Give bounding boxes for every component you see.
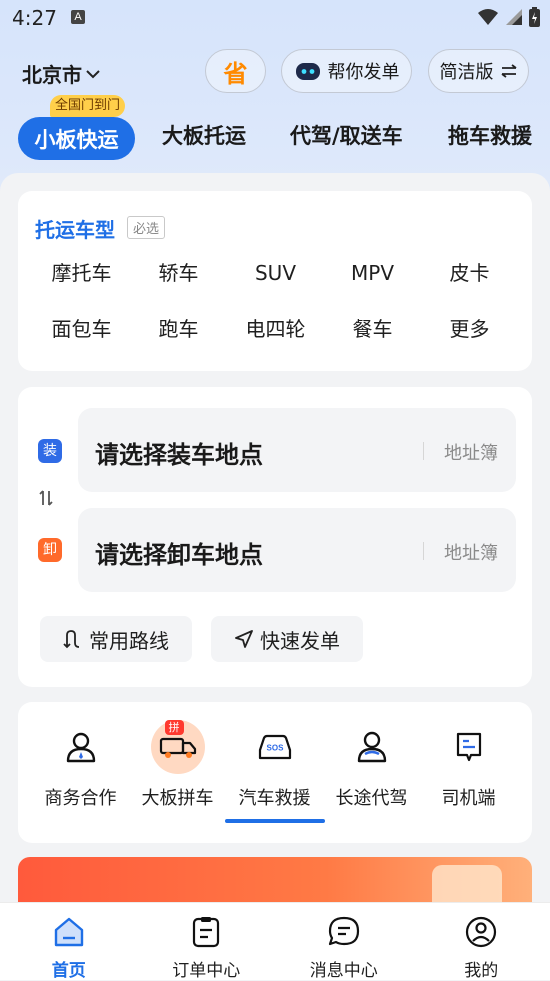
- vehicle-type-more[interactable]: 更多: [421, 317, 518, 342]
- help-order-button[interactable]: 帮你发单: [281, 49, 412, 93]
- document-icon: [442, 720, 496, 774]
- load-icon: 装: [38, 439, 62, 463]
- clipboard-icon: [189, 915, 223, 949]
- service-large-board-carpool[interactable]: 拼 大板拼车: [129, 720, 226, 810]
- load-address-field[interactable]: 请选择装车地点 地址簿: [78, 408, 516, 492]
- nav-label: 消息中心: [275, 956, 413, 981]
- send-arrow-icon: [234, 629, 254, 649]
- simple-mode-label: 简洁版: [440, 58, 494, 84]
- service-label: 长途代驾: [323, 784, 420, 810]
- unload-address-placeholder: 请选择卸车地点: [95, 535, 263, 570]
- help-order-label: 帮你发单: [328, 58, 400, 84]
- status-time: 4:27: [12, 6, 57, 30]
- quick-order-label: 快速发单: [260, 625, 340, 654]
- vehicle-type-option[interactable]: SUV: [227, 261, 324, 286]
- swap-arrows-icon: [500, 64, 518, 78]
- save-money-button[interactable]: 省: [205, 49, 266, 93]
- sos-car-icon: SOS: [248, 720, 302, 774]
- chat-bubble-icon: [327, 915, 361, 949]
- vehicle-type-option[interactable]: 跑车: [130, 317, 227, 342]
- service-label: 司机端: [420, 784, 517, 810]
- vehicle-type-option[interactable]: 面包车: [33, 317, 130, 342]
- common-routes-label: 常用路线: [89, 625, 169, 654]
- tab-large-board[interactable]: 大板托运: [162, 120, 246, 150]
- vehicle-type-option[interactable]: 摩托车: [33, 261, 130, 286]
- svg-text:SOS: SOS: [266, 744, 284, 753]
- tab-tow-rescue[interactable]: 拖车救援: [448, 120, 532, 150]
- status-bar: 4:27 A: [0, 0, 550, 36]
- address-card: 装 卸 请选择装车地点 地址簿 请选择卸车地点 地址簿 常用路线 快速发单: [18, 387, 532, 687]
- service-car-rescue[interactable]: SOS 汽车救援: [226, 720, 323, 810]
- tab-small-board[interactable]: 小板快运: [18, 117, 135, 160]
- load-address-placeholder: 请选择装车地点: [95, 435, 263, 470]
- service-label: 大板拼车: [129, 784, 226, 810]
- carpool-badge: 拼: [165, 720, 184, 735]
- nav-orders[interactable]: 订单中心: [138, 903, 276, 980]
- nav-profile[interactable]: 我的: [413, 903, 550, 980]
- driver-icon: [345, 720, 399, 774]
- robot-icon: [294, 60, 322, 82]
- service-business-cooperation[interactable]: 商务合作: [32, 720, 129, 810]
- vehicle-type-option[interactable]: 电四轮: [227, 317, 324, 342]
- chevron-down-icon: [86, 69, 100, 79]
- unload-address-book-link[interactable]: 地址簿: [444, 539, 498, 565]
- unload-address-field[interactable]: 请选择卸车地点 地址簿: [78, 508, 516, 592]
- battery-icon: [529, 7, 540, 27]
- services-card: 商务合作 拼 大板拼车 SOS 汽车救援 长途代驾 司机端: [18, 702, 532, 843]
- tab-designated-driver[interactable]: 代驾/取送车: [290, 120, 403, 150]
- quick-order-button[interactable]: 快速发单: [211, 616, 363, 662]
- save-glyph: 省: [224, 54, 248, 89]
- bottom-navigation: 首页 订单中心 消息中心 我的: [0, 902, 550, 980]
- required-tag: 必选: [127, 216, 165, 239]
- tab-promo-badge: 全国门到门: [50, 95, 125, 117]
- nav-label: 我的: [413, 956, 550, 981]
- vehicle-type-option[interactable]: 餐车: [324, 317, 421, 342]
- vehicle-type-option[interactable]: MPV: [324, 261, 421, 286]
- unload-icon: 卸: [38, 538, 62, 562]
- truck-icon: 拼: [151, 720, 205, 774]
- swap-address-icon[interactable]: [39, 489, 53, 512]
- service-label: 汽车救援: [226, 784, 323, 810]
- nav-label: 订单中心: [138, 956, 276, 981]
- notification-icon: A: [71, 10, 85, 24]
- vehicle-type-card: 托运车型 必选 摩托车 轿车 SUV MPV 皮卡 面包车 跑车 电四轮 餐车 …: [18, 191, 532, 371]
- service-long-distance-driver[interactable]: 长途代驾: [323, 720, 420, 810]
- service-label: 商务合作: [32, 784, 129, 810]
- services-scroll-indicator: [225, 819, 325, 823]
- wifi-icon: [477, 8, 499, 26]
- route-icon: [63, 629, 83, 649]
- vehicle-type-option[interactable]: 皮卡: [421, 261, 518, 286]
- vehicle-type-grid: 摩托车 轿车 SUV MPV 皮卡 面包车 跑车 电四轮 餐车 更多: [18, 261, 532, 342]
- vehicle-type-option[interactable]: 轿车: [130, 261, 227, 286]
- divider: [423, 542, 424, 560]
- vehicle-type-title: 托运车型: [35, 214, 115, 243]
- nav-home[interactable]: 首页: [0, 903, 138, 980]
- city-name: 北京市: [22, 59, 82, 88]
- home-icon: [52, 915, 86, 949]
- load-address-book-link[interactable]: 地址簿: [444, 439, 498, 465]
- signal-icon: [505, 8, 523, 26]
- nav-label: 首页: [0, 956, 138, 981]
- simple-mode-button[interactable]: 简洁版: [428, 49, 529, 93]
- divider: [423, 442, 424, 460]
- city-selector[interactable]: 北京市: [22, 59, 100, 88]
- person-icon: [54, 720, 108, 774]
- nav-messages[interactable]: 消息中心: [275, 903, 413, 980]
- status-icons: [477, 7, 540, 27]
- user-circle-icon: [464, 915, 498, 949]
- service-driver-app[interactable]: 司机端: [420, 720, 517, 810]
- common-routes-button[interactable]: 常用路线: [40, 616, 192, 662]
